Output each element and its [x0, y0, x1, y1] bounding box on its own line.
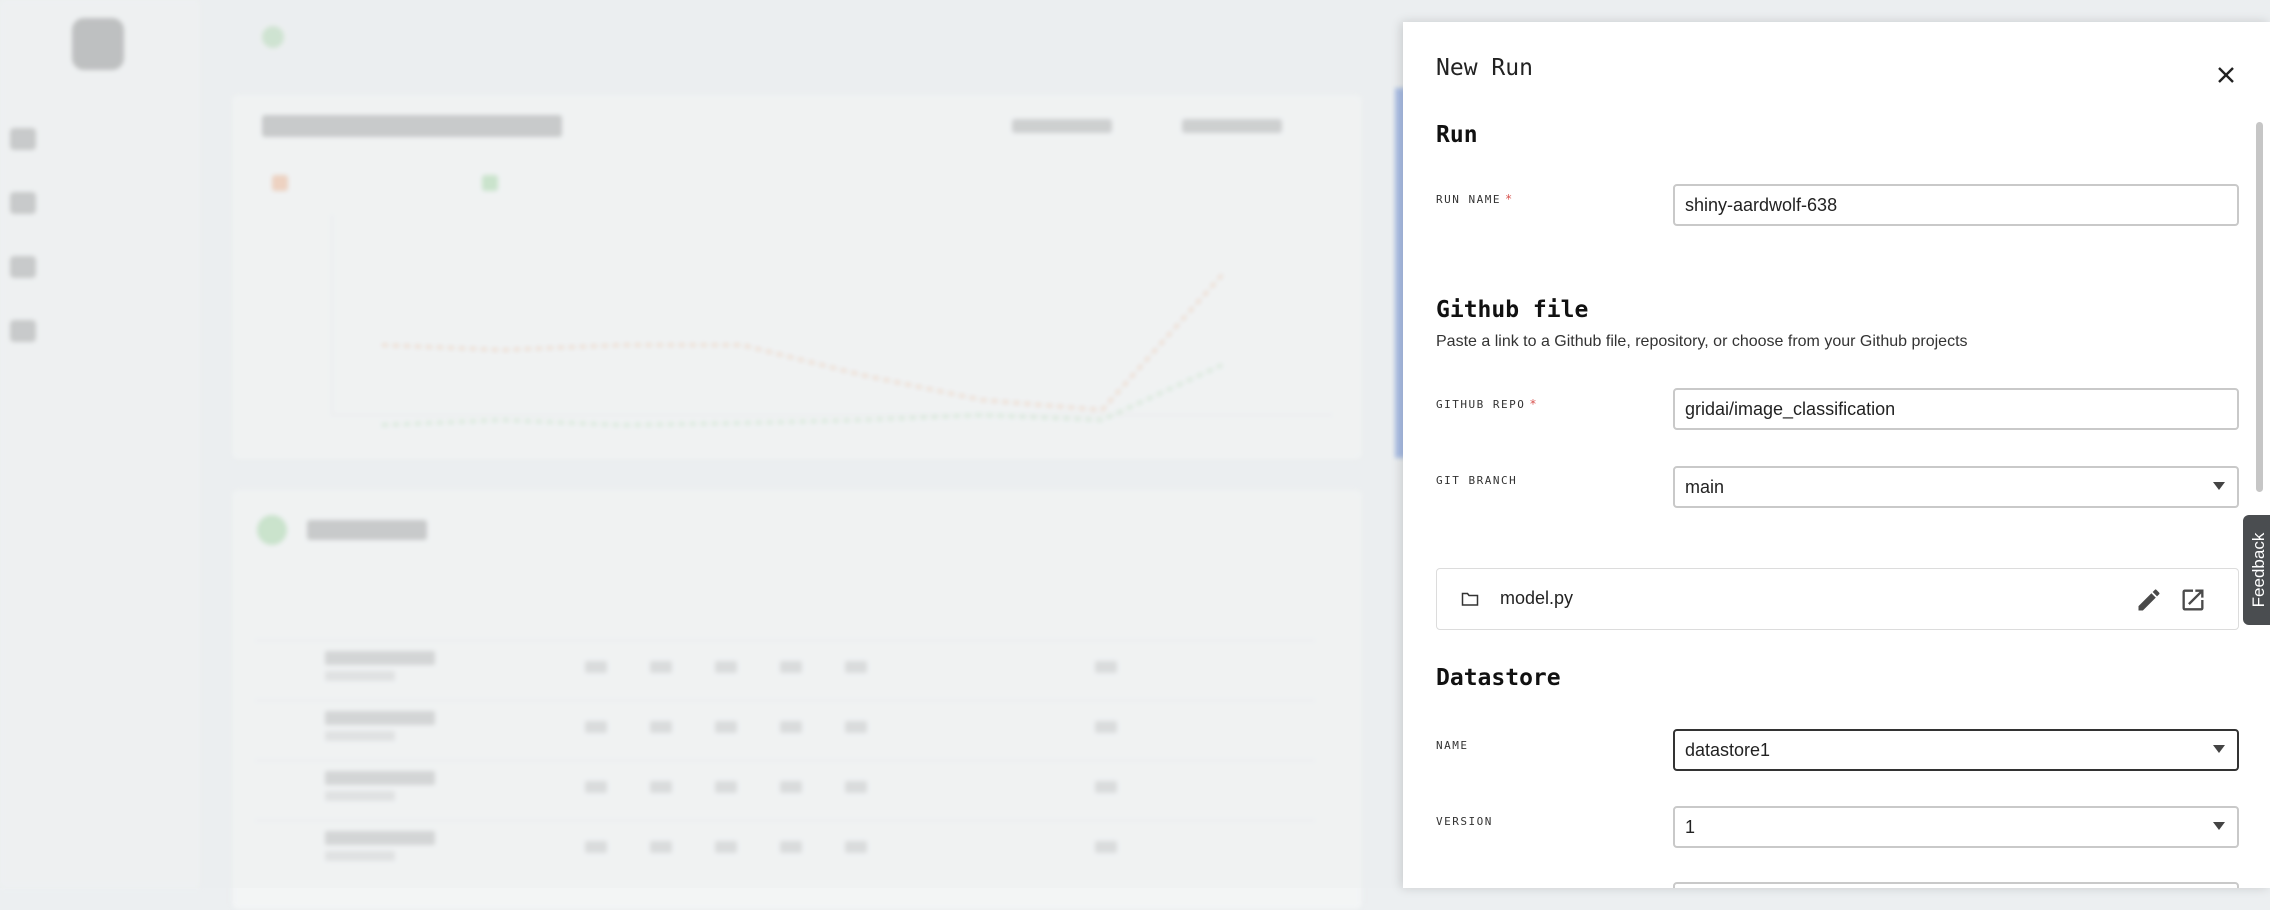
datastore-version-label: VERSION — [1436, 815, 1493, 828]
datastore-section-title: Datastore — [1436, 665, 1561, 691]
drawer-scrollbar[interactable] — [2256, 122, 2263, 492]
run-name-label-text: RUN NAME — [1436, 193, 1501, 206]
run-section-title: Run — [1436, 122, 1478, 148]
chevron-down-icon — [2213, 822, 2225, 830]
github-repo-input[interactable]: gridai/image_classification — [1673, 388, 2239, 430]
datastore-name-value: datastore1 — [1685, 739, 1771, 760]
folder-icon — [1461, 592, 1479, 606]
next-field-input[interactable] — [1673, 882, 2239, 888]
chevron-down-icon — [2213, 745, 2225, 753]
run-name-label: RUN NAME * — [1436, 192, 1514, 206]
required-mark: * — [1529, 397, 1539, 411]
chevron-down-icon — [2213, 482, 2225, 490]
datastore-version-select[interactable]: 1 — [1673, 806, 2239, 848]
git-branch-label: GIT BRANCH — [1436, 474, 1518, 487]
datastore-version-value: 1 — [1685, 816, 1696, 837]
github-repo-label: GITHUB REPO * — [1436, 397, 1538, 411]
datastore-name-label: NAME — [1436, 739, 1469, 752]
run-name-input[interactable]: shiny-aardwolf-638 — [1673, 184, 2239, 226]
feedback-button[interactable]: Feedback — [2243, 515, 2270, 625]
github-section-description: Paste a link to a Github file, repositor… — [1436, 333, 1968, 350]
close-icon — [2218, 67, 2234, 83]
file-name: model.py — [1500, 588, 1574, 608]
pencil-icon[interactable] — [2135, 586, 2163, 614]
run-name-value: shiny-aardwolf-638 — [1685, 194, 1838, 215]
github-repo-label-text: GITHUB REPO — [1436, 398, 1526, 411]
git-branch-value: main — [1685, 476, 1725, 497]
open-in-new-icon[interactable] — [2179, 586, 2207, 614]
selected-file: model.py — [1436, 568, 2239, 630]
drawer-title: New Run — [1436, 55, 1533, 81]
git-branch-select[interactable]: main — [1673, 466, 2239, 508]
github-repo-value: gridai/image_classification — [1685, 398, 1896, 419]
required-mark: * — [1504, 192, 1514, 206]
feedback-label: Feedback — [2249, 532, 2268, 608]
github-section-title: Github file — [1436, 297, 1589, 323]
close-button[interactable] — [2209, 58, 2243, 92]
new-run-drawer: New Run Run RUN NAME * shiny-aardwolf-638… — [1403, 22, 2270, 888]
datastore-name-select[interactable]: datastore1 — [1673, 729, 2239, 771]
